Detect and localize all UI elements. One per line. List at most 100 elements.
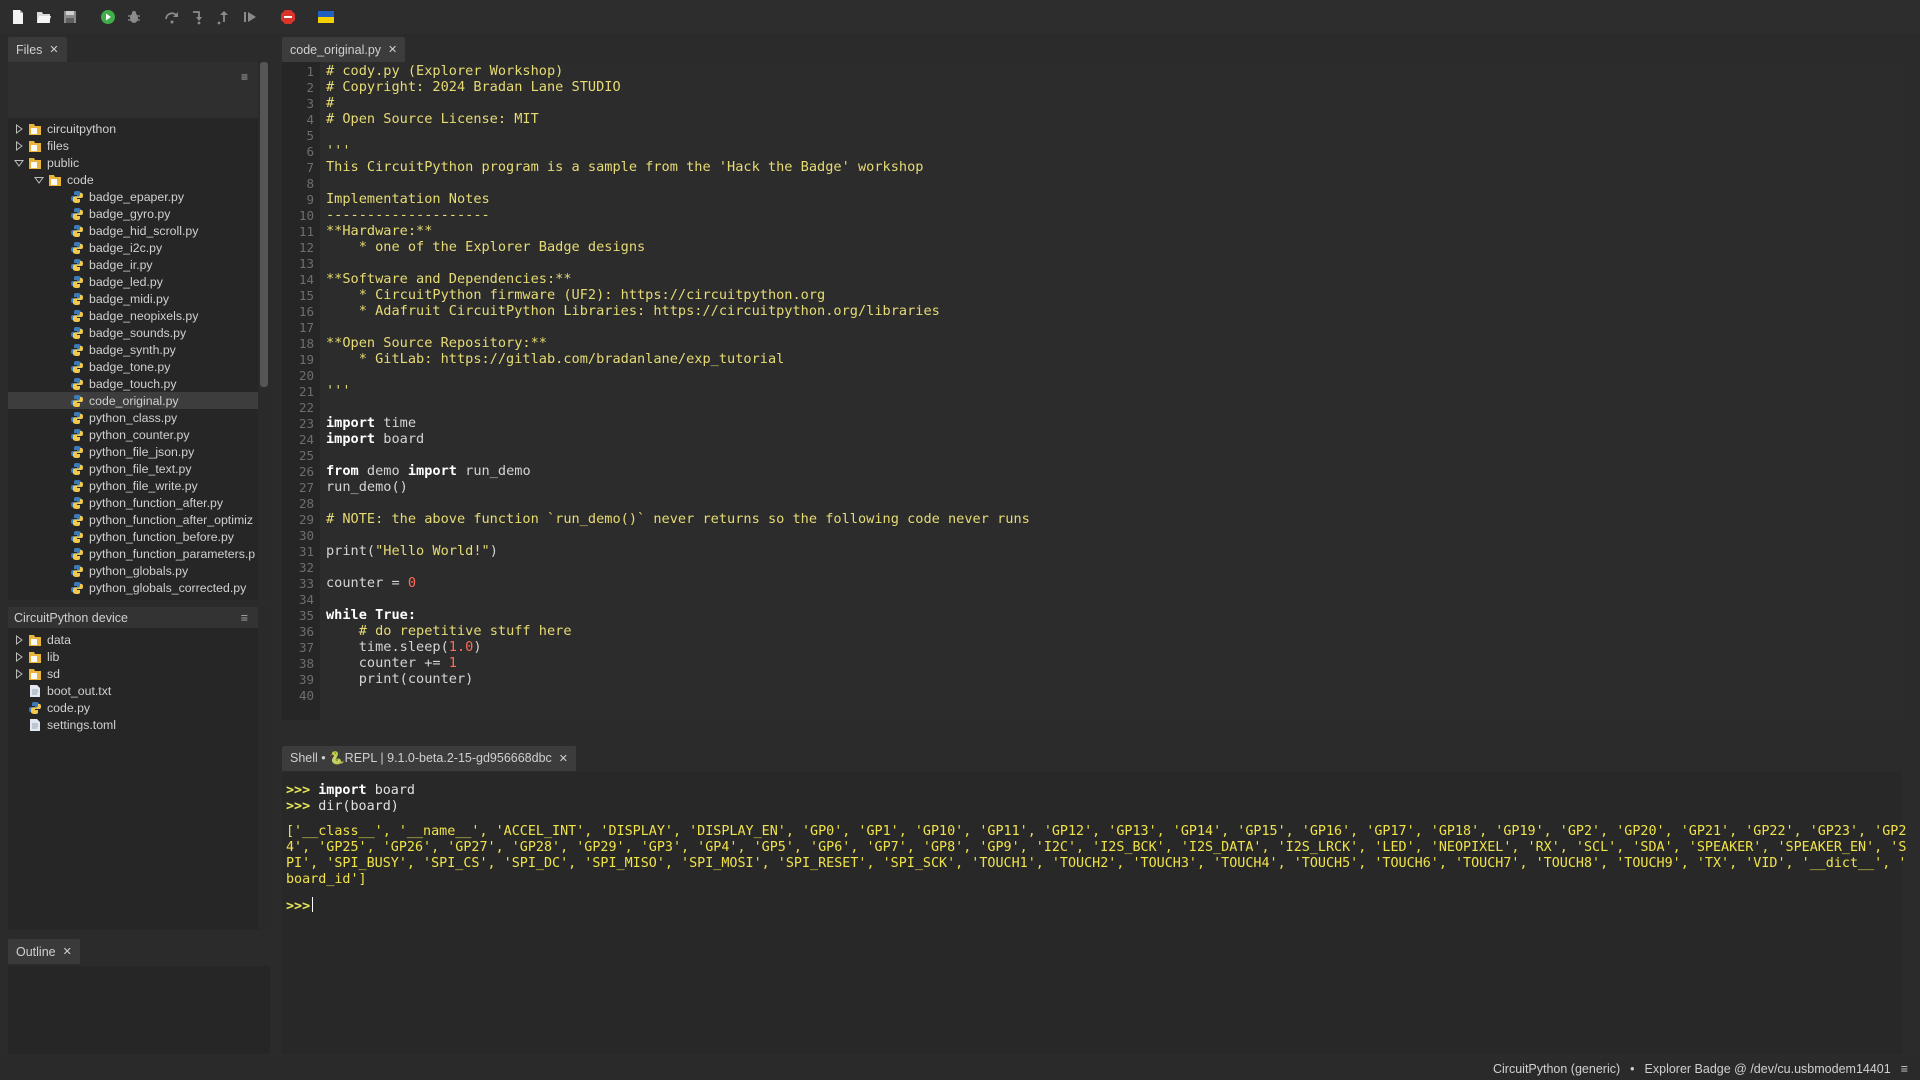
code-line[interactable]: # cody.py (Explorer Workshop) bbox=[326, 63, 563, 79]
item-label: badge_tone.py bbox=[89, 359, 171, 374]
folder-item[interactable]: data bbox=[8, 631, 258, 648]
code-line[interactable]: print(counter) bbox=[326, 671, 474, 687]
folder-item[interactable]: files bbox=[8, 137, 258, 154]
code-line[interactable]: while True: bbox=[326, 607, 416, 623]
file-item[interactable]: python_file_write.py bbox=[8, 477, 258, 494]
folder-item[interactable]: circuitpython bbox=[8, 120, 258, 137]
code-line[interactable]: # do repetitive stuff here bbox=[326, 623, 572, 639]
file-item[interactable]: badge_led.py bbox=[8, 273, 258, 290]
step-over-button[interactable] bbox=[162, 7, 182, 27]
file-item[interactable]: python_function_parameters.p bbox=[8, 545, 258, 562]
shell-input-line[interactable]: >>> bbox=[286, 897, 314, 914]
chevron-right-icon[interactable] bbox=[14, 140, 24, 151]
close-icon[interactable]: ✕ bbox=[388, 43, 397, 56]
menu-icon[interactable]: ≡ bbox=[1901, 1062, 1908, 1076]
code-line[interactable]: This CircuitPython program is a sample f… bbox=[326, 159, 923, 175]
file-item[interactable]: python_counter.py bbox=[8, 426, 258, 443]
chevron-right-icon[interactable] bbox=[14, 668, 24, 679]
code-line[interactable]: * Adafruit CircuitPython Libraries: http… bbox=[326, 303, 940, 319]
code-line[interactable]: # NOTE: the above function `run_demo()` … bbox=[326, 511, 1030, 527]
save-file-button[interactable] bbox=[60, 7, 80, 27]
chevron-right-icon[interactable] bbox=[14, 634, 24, 645]
status-device[interactable]: Explorer Badge @ /dev/cu.usbmodem14401 bbox=[1645, 1062, 1891, 1076]
file-item[interactable]: code_original.py bbox=[8, 392, 258, 409]
file-item[interactable]: badge_epaper.py bbox=[8, 188, 258, 205]
code-line[interactable]: import time bbox=[326, 415, 416, 431]
code-editor[interactable]: 1 2 3 4 5 6 7 8 9 10 11 12 13 14 15 16 17 18 19 20 21 22 23 24 2… bbox=[282, 62, 1902, 720]
file-item[interactable]: python_class.py bbox=[8, 409, 258, 426]
close-icon[interactable]: ✕ bbox=[559, 752, 568, 765]
file-item[interactable]: badge_gyro.py bbox=[8, 205, 258, 222]
file-item[interactable]: badge_i2c.py bbox=[8, 239, 258, 256]
code-line[interactable]: Implementation Notes bbox=[326, 191, 490, 207]
new-file-button[interactable] bbox=[8, 7, 28, 27]
file-item[interactable]: code.py bbox=[8, 699, 258, 716]
code-line[interactable]: # Open Source License: MIT bbox=[326, 111, 539, 127]
code-line[interactable]: print("Hello World!") bbox=[326, 543, 498, 559]
files-scrollbar-thumb[interactable] bbox=[260, 62, 268, 387]
file-item[interactable]: settings.toml bbox=[8, 716, 258, 733]
menu-icon[interactable]: ≡ bbox=[241, 611, 248, 625]
chevron-right-icon[interactable] bbox=[14, 651, 24, 662]
file-item[interactable]: badge_neopixels.py bbox=[8, 307, 258, 324]
code-line[interactable]: -------------------- bbox=[326, 207, 490, 223]
code-line[interactable]: # bbox=[326, 95, 334, 111]
code-line[interactable]: **Software and Dependencies:** bbox=[326, 271, 572, 287]
code-line[interactable]: # Copyright: 2024 Bradan Lane STUDIO bbox=[326, 79, 621, 95]
file-item[interactable]: python_file_json.py bbox=[8, 443, 258, 460]
file-item[interactable]: python_file_text.py bbox=[8, 460, 258, 477]
debug-button[interactable] bbox=[124, 7, 144, 27]
folder-item[interactable]: lib bbox=[8, 648, 258, 665]
tab-shell[interactable]: Shell • 🐍REPL | 9.1.0-beta.2-15-gd956668… bbox=[282, 746, 576, 771]
step-into-button[interactable] bbox=[188, 7, 208, 27]
ukraine-flag-button[interactable] bbox=[316, 7, 336, 27]
menu-icon[interactable]: ≡ bbox=[241, 70, 248, 84]
file-item[interactable]: python_function_after_optimiz bbox=[8, 511, 258, 528]
file-item[interactable]: python_globals.py bbox=[8, 562, 258, 579]
chevron-down-icon[interactable] bbox=[14, 158, 24, 168]
code-line[interactable]: * CircuitPython firmware (UF2): https://… bbox=[326, 287, 826, 303]
stop-button[interactable] bbox=[278, 7, 298, 27]
file-item[interactable]: python_globals_corrected.py bbox=[8, 579, 258, 596]
device-scrollbar-track[interactable] bbox=[258, 607, 270, 930]
file-item[interactable]: python_function_before.py bbox=[8, 528, 258, 545]
code-line[interactable]: import board bbox=[326, 431, 424, 447]
tab-outline[interactable]: Outline ✕ bbox=[8, 939, 80, 964]
file-item[interactable]: badge_sounds.py bbox=[8, 324, 258, 341]
file-item[interactable]: badge_touch.py bbox=[8, 375, 258, 392]
code-line[interactable]: run_demo() bbox=[326, 479, 408, 495]
file-item[interactable]: badge_ir.py bbox=[8, 256, 258, 273]
folder-item[interactable]: public bbox=[8, 154, 258, 171]
file-item[interactable]: badge_synth.py bbox=[8, 341, 258, 358]
file-item[interactable]: boot_out.txt bbox=[8, 682, 258, 699]
close-icon[interactable]: ✕ bbox=[63, 945, 72, 958]
code-line[interactable]: ''' bbox=[326, 143, 351, 159]
code-line[interactable]: **Hardware:** bbox=[326, 223, 432, 239]
code-line[interactable]: * GitLab: https://gitlab.com/bradanlane/… bbox=[326, 351, 785, 367]
code-line[interactable]: counter += 1 bbox=[326, 655, 457, 671]
chevron-down-icon[interactable] bbox=[34, 175, 44, 185]
code-line[interactable]: counter = 0 bbox=[326, 575, 416, 591]
file-item[interactable]: badge_tone.py bbox=[8, 358, 258, 375]
folder-item[interactable]: sd bbox=[8, 665, 258, 682]
code-line[interactable]: ''' bbox=[326, 383, 351, 399]
shell-console[interactable]: >>> import board >>> dir(board) ['__class_… bbox=[282, 772, 1906, 1054]
code-line[interactable]: **Open Source Repository:** bbox=[326, 335, 547, 351]
folder-item[interactable]: code bbox=[8, 171, 258, 188]
run-button[interactable] bbox=[98, 7, 118, 27]
code-line[interactable]: time.sleep(1.0) bbox=[326, 639, 482, 655]
tab-files[interactable]: Files ✕ bbox=[8, 37, 67, 62]
step-out-button[interactable] bbox=[214, 7, 234, 27]
file-item[interactable]: python_function_after.py bbox=[8, 494, 258, 511]
open-file-button[interactable] bbox=[34, 7, 54, 27]
file-item[interactable]: badge_hid_scroll.py bbox=[8, 222, 258, 239]
close-icon[interactable]: ✕ bbox=[49, 43, 58, 56]
tab-editor-file[interactable]: code_original.py ✕ bbox=[282, 37, 406, 62]
file-item[interactable]: badge_midi.py bbox=[8, 290, 258, 307]
folder-icon bbox=[28, 122, 42, 136]
code-line[interactable]: from demo import run_demo bbox=[326, 463, 531, 479]
chevron-right-icon[interactable] bbox=[14, 123, 24, 134]
resume-button[interactable] bbox=[240, 7, 260, 27]
code-line[interactable]: * one of the Explorer Badge designs bbox=[326, 239, 645, 255]
status-interpreter[interactable]: CircuitPython (generic) bbox=[1493, 1062, 1620, 1076]
